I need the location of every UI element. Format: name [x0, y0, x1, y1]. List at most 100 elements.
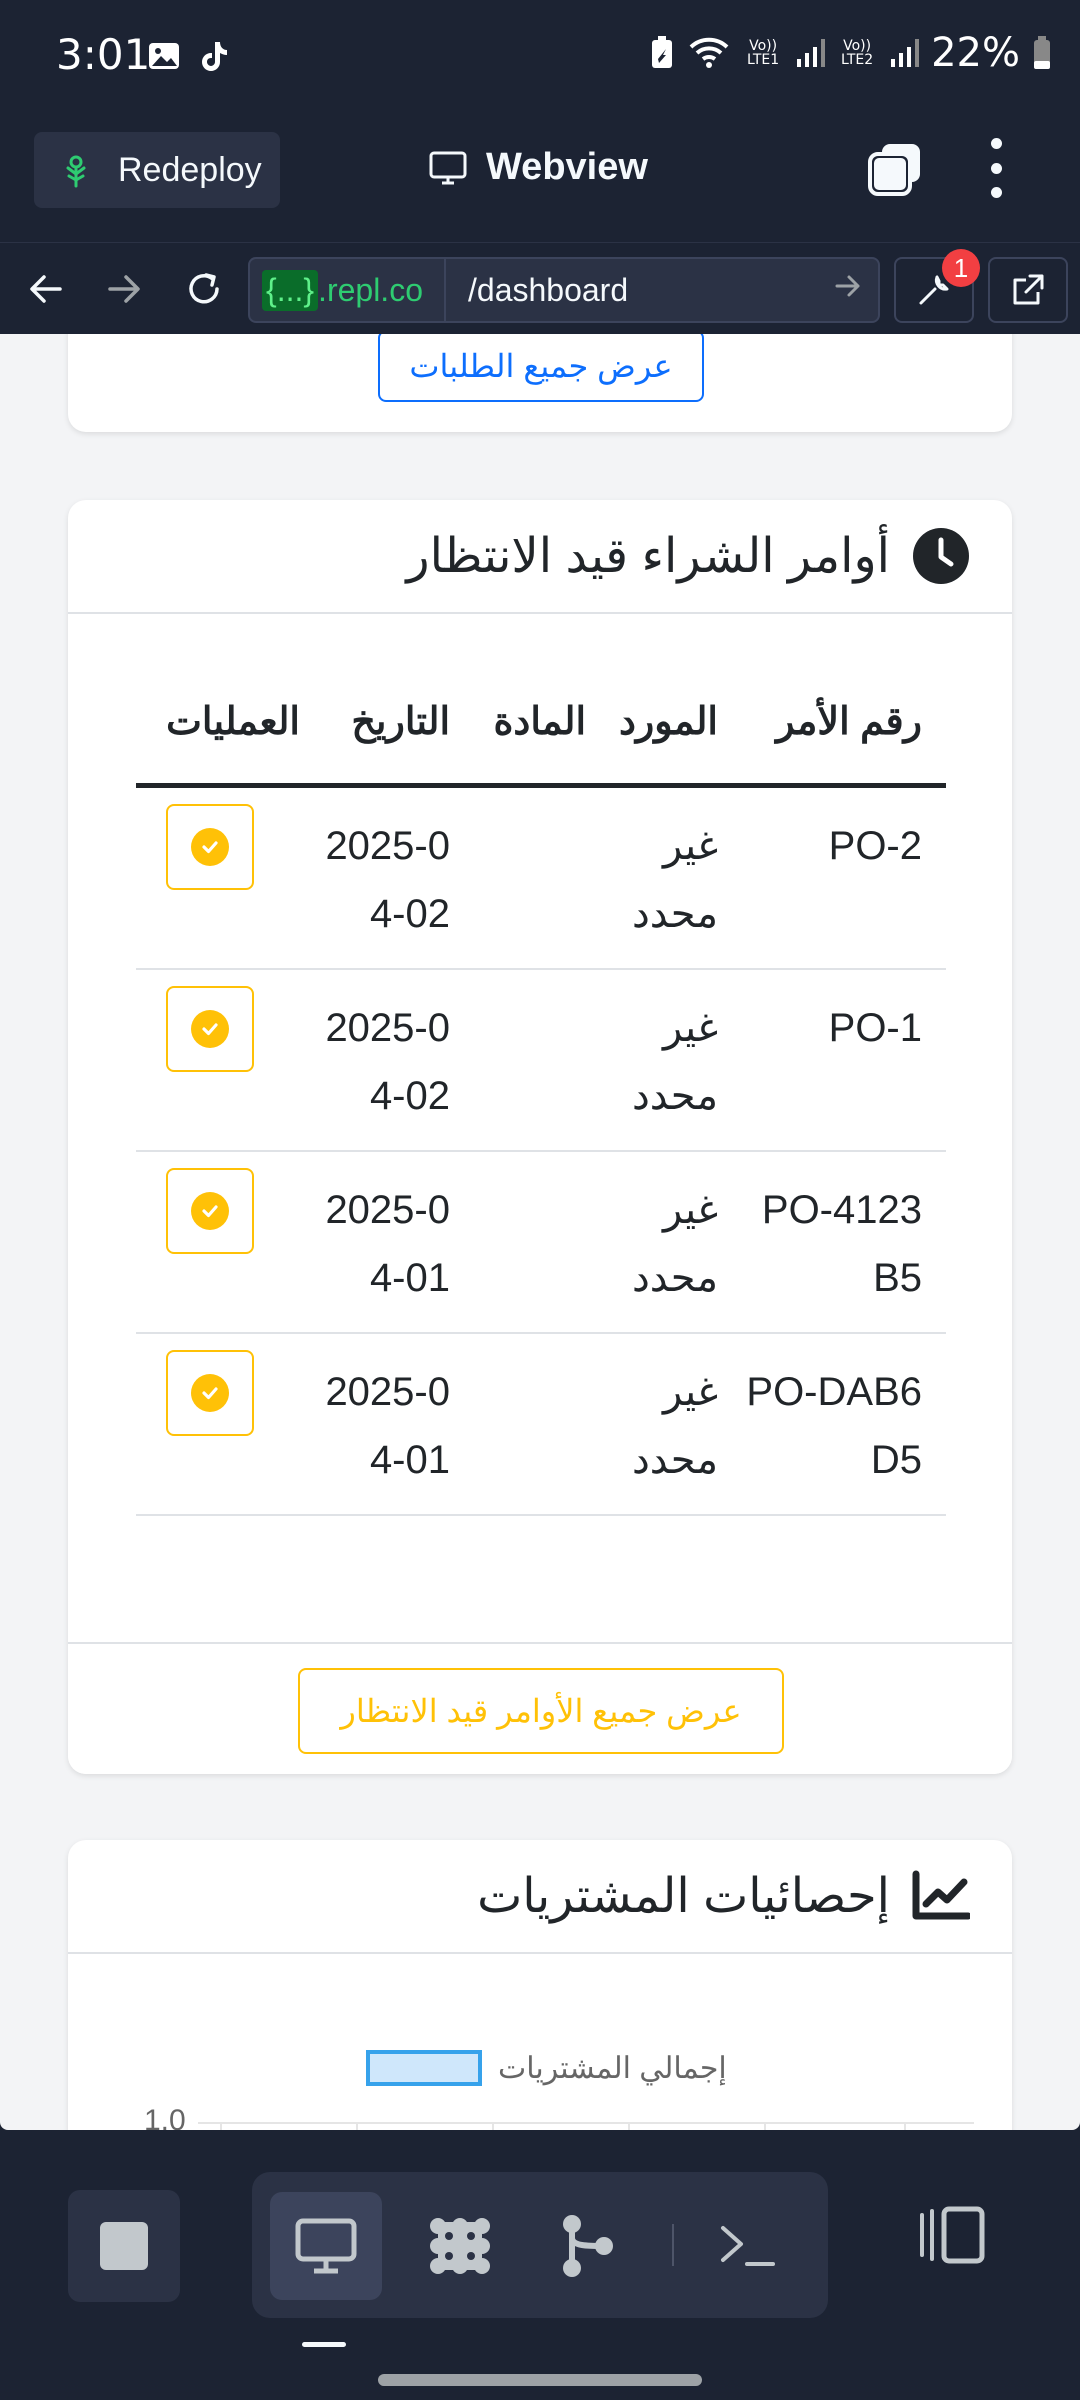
column-date: التاريخ: [351, 701, 450, 743]
date: 2025-04-01: [325, 1188, 450, 1300]
chart-gridline: [220, 2122, 222, 2130]
signal-1-icon: [797, 39, 826, 67]
url-path: /dashboard: [468, 271, 629, 308]
purchase-stats-title: إحصائيات المشتريات: [477, 1870, 890, 1923]
lte1-indicator: Vo)) LTE1: [747, 38, 780, 68]
status-bar: 3:01 Vo)) LTE1 Vo)) LTE2 22%: [0, 0, 1080, 118]
table-row: PO-4123B5 غير محدد 2025-04-01: [136, 1152, 946, 1334]
tool-separator: [672, 2224, 674, 2266]
terminal-icon: [721, 2226, 775, 2266]
pending-orders-header: أوامر الشراء قيد الانتظار: [68, 500, 1012, 614]
order-number: PO-2: [828, 824, 922, 868]
chart-gridline: [628, 2122, 630, 2130]
redeploy-label: Redeploy: [118, 150, 262, 189]
devtools-button[interactable]: 1: [894, 249, 980, 323]
view-all-pending-button[interactable]: عرض جميع الأوامر قيد الانتظار: [298, 1668, 784, 1754]
approve-button[interactable]: [166, 1350, 254, 1436]
chart-gridline: [356, 2122, 358, 2130]
forward-button[interactable]: [96, 261, 152, 317]
reload-icon: [189, 273, 219, 304]
table-row: PO-1 غير محدد 2025-04-02: [136, 970, 946, 1152]
battery-percentage: 22%: [931, 30, 1020, 76]
approve-button[interactable]: [166, 804, 254, 890]
reload-button[interactable]: [176, 261, 232, 317]
redeploy-button[interactable]: Redeploy: [34, 132, 280, 208]
pending-orders-table: رقم الأمر المورد المادة التاريخ العمليات…: [136, 660, 946, 1516]
tiktok-icon: [196, 38, 232, 74]
pending-orders-title: أوامر الشراء قيد الانتظار: [406, 530, 890, 583]
view-all-requests-button[interactable]: عرض جميع الطلبات: [378, 334, 704, 402]
order-number: PO-1: [828, 1006, 922, 1050]
url-host: {...} .repl.co: [250, 259, 446, 321]
date: 2025-04-02: [325, 824, 450, 936]
approve-button[interactable]: [166, 986, 254, 1072]
webview-tab-title: Webview: [428, 146, 648, 189]
check-circle-icon: [191, 1192, 229, 1230]
table-row: PO-DAB6D5 غير محدد 2025-04-01: [136, 1334, 946, 1516]
git-branch-icon: [563, 2215, 613, 2277]
approve-button[interactable]: [166, 1168, 254, 1254]
open-external-button[interactable]: [988, 257, 1068, 323]
pending-orders-footer: عرض جميع الأوامر قيد الانتظار: [68, 1642, 1012, 1774]
check-circle-icon: [191, 1010, 229, 1048]
chart-line-icon: [912, 1870, 970, 1920]
actions-cell: [136, 1350, 310, 1436]
actions-cell: [136, 986, 310, 1072]
stop-button[interactable]: [68, 2190, 180, 2302]
date: 2025-04-02: [325, 1006, 450, 1118]
column-order-number: رقم الأمر: [776, 701, 922, 743]
webview-title-label: Webview: [486, 146, 648, 188]
stop-icon: [100, 2222, 148, 2270]
wifi-icon: [689, 37, 729, 68]
gallery-icon: [146, 38, 182, 74]
chart-gridline: [492, 2122, 494, 2130]
more-options-icon[interactable]: [978, 138, 1014, 198]
monitor-icon: [295, 2218, 357, 2274]
order-number: PO-DAB6D5: [746, 1370, 922, 1482]
legend-label: إجمالي المشتريات: [498, 2051, 727, 2085]
table-row: PO-2 غير محدد 2025-04-02: [136, 788, 946, 970]
lte2-indicator: Vo)) LTE2: [841, 38, 874, 68]
go-arrow-icon[interactable]: [818, 271, 878, 309]
url-host-domain: .repl.co: [318, 271, 423, 308]
check-circle-icon: [191, 1374, 229, 1412]
shell-tool-button[interactable]: [692, 2192, 804, 2300]
arrow-left-icon: [30, 275, 62, 303]
packages-tool-button[interactable]: [404, 2192, 516, 2300]
table-header: رقم الأمر المورد المادة التاريخ العمليات: [136, 660, 946, 788]
notification-icons: [146, 38, 232, 74]
back-button[interactable]: [18, 261, 74, 317]
webview-content: عرض جميع الطلبات أوامر الشراء قيد الانتظ…: [0, 334, 1080, 2130]
battery-saver-icon: [652, 36, 673, 68]
date: 2025-04-01: [325, 1370, 450, 1482]
clock-icon: [913, 528, 969, 584]
home-indicator[interactable]: [378, 2374, 702, 2386]
deploy-icon: [66, 155, 86, 188]
app-header: Redeploy Webview: [0, 118, 1080, 242]
arrow-right-icon: [108, 275, 140, 303]
url-toolbar: {...} .repl.co /dashboard 1: [0, 242, 1080, 334]
git-tool-button[interactable]: [532, 2192, 644, 2300]
legend-swatch: [366, 2050, 482, 2086]
signal-2-icon: [891, 39, 920, 67]
chart-legend: إجمالي المشتريات: [366, 2050, 727, 2086]
url-host-brace: {...}: [262, 269, 319, 311]
y-axis-tick: 1.0: [144, 2104, 186, 2130]
chart-gridline: [198, 2122, 974, 2124]
check-circle-icon: [191, 828, 229, 866]
supplier: غير محدد: [631, 824, 718, 936]
chart-gridline: [764, 2122, 766, 2130]
order-number: PO-4123B5: [761, 1188, 922, 1300]
side-panel-button[interactable]: [918, 2200, 988, 2270]
external-link-icon: [1013, 274, 1044, 305]
requests-card: عرض جميع الطلبات: [68, 334, 1012, 432]
actions-cell: [136, 804, 310, 890]
webview-tool-button[interactable]: [270, 2192, 382, 2300]
supplier: غير محدد: [631, 1006, 718, 1118]
status-indicators: Vo)) LTE1 Vo)) LTE2 22%: [649, 30, 1052, 76]
column-item: المادة: [493, 701, 586, 743]
tabs-button[interactable]: [866, 140, 924, 198]
column-actions: العمليات: [166, 701, 300, 743]
monitor-icon: [429, 151, 467, 184]
url-input[interactable]: {...} .repl.co /dashboard: [248, 257, 880, 323]
